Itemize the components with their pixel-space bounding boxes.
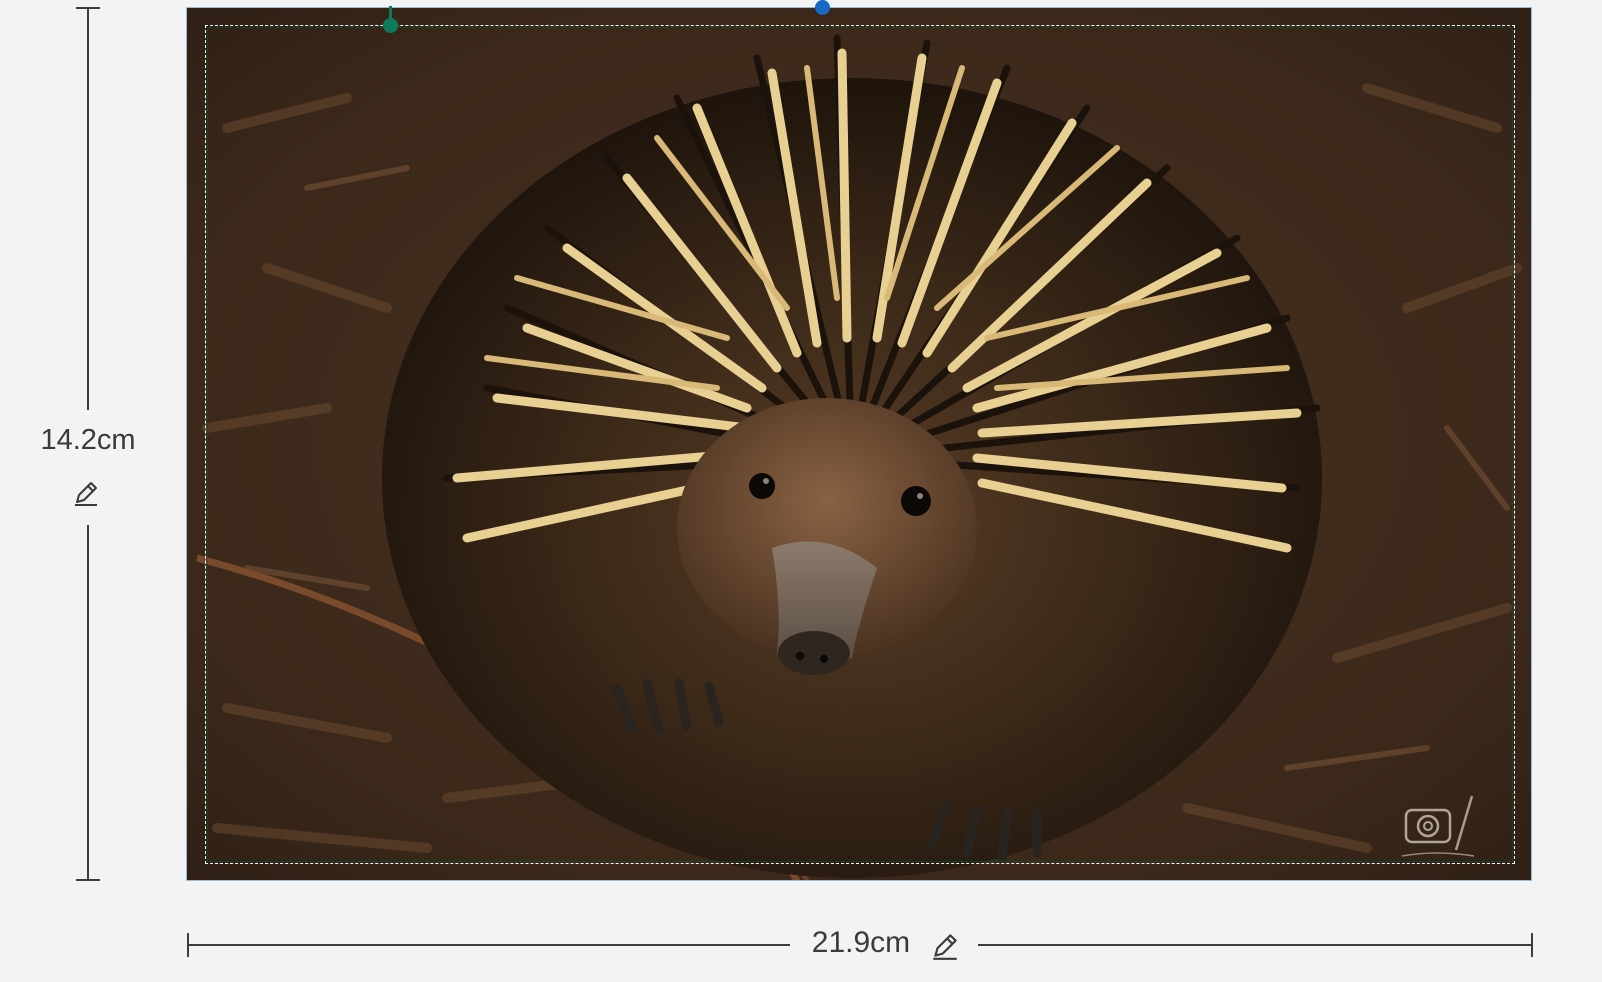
height-dimension-line-top — [87, 8, 89, 410]
height-dimension-line-bottom — [87, 525, 89, 881]
width-dimension-line-right — [978, 944, 1531, 946]
selected-image[interactable] — [186, 7, 1532, 881]
width-dimension-line-left — [188, 944, 790, 946]
edit-height-pencil-icon[interactable] — [71, 478, 101, 508]
rotate-handle[interactable] — [815, 0, 830, 15]
width-dimension-right-cap — [1531, 933, 1533, 957]
design-canvas: 14.2cm 21.9cm — [0, 0, 1602, 982]
height-dimension-label: 14.2cm — [40, 424, 136, 456]
anchor-handle[interactable] — [383, 18, 398, 33]
echidna-photo — [187, 8, 1531, 880]
height-dimension-bottom-cap — [76, 879, 100, 881]
edit-width-pencil-icon[interactable] — [929, 930, 961, 962]
width-dimension-label: 21.9cm — [811, 926, 911, 959]
